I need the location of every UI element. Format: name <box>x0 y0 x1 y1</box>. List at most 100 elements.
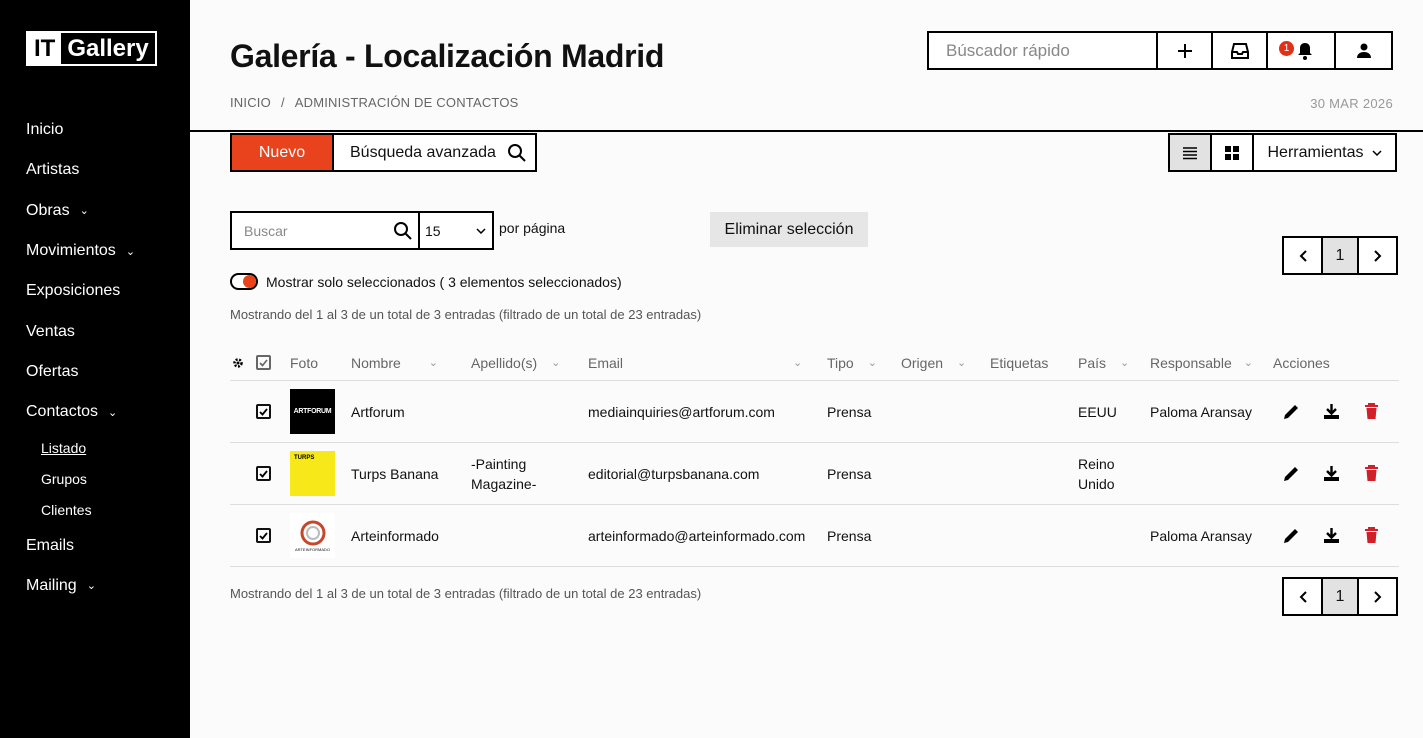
check-icon <box>259 531 268 540</box>
cell-tipo: Prensa <box>827 527 872 544</box>
chevron-down-icon <box>1371 149 1382 156</box>
tools-dropdown[interactable]: Herramientas <box>1254 135 1395 170</box>
download-button[interactable] <box>1323 381 1340 442</box>
cell-tipo: Prensa <box>827 465 872 482</box>
column-email[interactable]: Email ⌄ <box>588 345 802 380</box>
sidebar-item-obras[interactable]: Obras ⌄ <box>26 191 186 231</box>
checkbox <box>256 528 271 543</box>
notifications-button[interactable]: 1 <box>1268 33 1336 68</box>
table-row[interactable]: ARTEINFORMADO Arteinformado arteinformad… <box>230 505 1399 567</box>
chevron-left-icon <box>1299 249 1307 262</box>
show-selected-toggle[interactable] <box>230 273 258 290</box>
edit-button[interactable] <box>1282 505 1300 566</box>
sidebar-item-exposiciones[interactable]: Exposiciones <box>26 271 186 311</box>
cell-nombre: Artforum <box>351 403 405 420</box>
edit-button[interactable] <box>1282 381 1300 442</box>
arteinformado-wordmark: ARTEINFORMADO <box>294 547 331 552</box>
chevron-right-icon <box>1373 590 1381 603</box>
column-label: Foto <box>290 354 319 371</box>
row-checkbox[interactable] <box>256 381 271 442</box>
cell-pais: Reino Unido <box>1078 443 1115 504</box>
column-label: Email <box>588 354 624 371</box>
download-button[interactable] <box>1323 505 1340 566</box>
quick-search-input[interactable]: Búscador rápido <box>929 33 1158 68</box>
next-page-button[interactable] <box>1359 238 1396 273</box>
delete-button[interactable] <box>1364 443 1379 504</box>
inbox-button[interactable] <box>1213 33 1268 68</box>
grid-view-button[interactable] <box>1212 135 1254 170</box>
row-checkbox[interactable] <box>256 505 271 566</box>
checkbox <box>256 355 271 370</box>
user-button[interactable] <box>1336 33 1391 68</box>
prev-page-button[interactable] <box>1284 238 1321 273</box>
delete-button[interactable] <box>1364 381 1379 442</box>
list-view-button[interactable] <box>1170 135 1212 170</box>
column-responsable[interactable]: Responsable ⌄ <box>1150 345 1253 380</box>
check-icon <box>259 407 268 416</box>
logo-it: IT <box>28 33 62 64</box>
trash-icon <box>1365 527 1378 543</box>
column-label: Nombre <box>351 354 401 371</box>
table-row[interactable]: TURPS Turps Banana -Painting Magazine- e… <box>230 443 1399 505</box>
chevron-down-icon: ⌄ <box>867 357 877 369</box>
cell-responsable: Paloma Aransay <box>1150 527 1252 544</box>
sidebar-item-label: Obras <box>26 201 70 219</box>
sidebar-item-movimientos[interactable]: Movimientos ⌄ <box>26 231 186 271</box>
tools-label: Herramientas <box>1267 143 1364 161</box>
breadcrumb-separator: / <box>280 95 285 110</box>
cell-email: arteinformado@arteinformado.com <box>588 527 806 544</box>
advanced-search-label: Búsqueda avanzada <box>350 143 496 161</box>
sidebar-subitem-listado[interactable]: Listado <box>26 432 186 463</box>
sidebar-item-emails[interactable]: Emails <box>26 525 186 565</box>
sidebar-item-ventas[interactable]: Ventas <box>26 311 186 351</box>
download-icon <box>1324 404 1339 419</box>
edit-button[interactable] <box>1282 443 1300 504</box>
table-row[interactable]: ARTFORUM Artforum mediainquiries@artforu… <box>230 381 1399 443</box>
sidebar-item-mailing[interactable]: Mailing ⌄ <box>26 566 186 606</box>
app-logo[interactable]: IT Gallery <box>26 31 157 66</box>
cell-apellidos-line: Magazine- <box>471 475 537 492</box>
download-button[interactable] <box>1323 443 1340 504</box>
sidebar-item-inicio[interactable]: Inicio <box>26 110 186 150</box>
per-page-select[interactable]: 15 <box>418 211 494 250</box>
advanced-search-button[interactable]: Búsqueda avanzada <box>332 133 537 172</box>
new-button[interactable]: Nuevo <box>230 133 334 172</box>
breadcrumb-home[interactable]: INICIO <box>230 95 271 110</box>
next-page-button[interactable] <box>1359 579 1396 614</box>
search-input[interactable]: Buscar <box>230 211 420 250</box>
checkbox <box>256 466 271 481</box>
sidebar: IT Gallery Inicio Artistas Obras ⌄ Movimi… <box>0 0 190 738</box>
row-photo[interactable]: ARTEINFORMADO <box>290 505 335 566</box>
sidebar-item-ofertas[interactable]: Ofertas <box>26 352 186 392</box>
chevron-down-icon: ⌄ <box>428 357 439 369</box>
cell-nombre: Turps Banana <box>351 465 439 482</box>
column-apellidos[interactable]: Apellido(s) ⌄ <box>471 345 560 380</box>
row-photo[interactable]: TURPS <box>290 443 335 504</box>
column-settings[interactable] <box>232 345 244 380</box>
page-number[interactable]: 1 <box>1321 238 1359 273</box>
select-all-checkbox[interactable] <box>256 345 271 380</box>
add-button[interactable] <box>1158 33 1213 68</box>
row-photo[interactable]: ARTFORUM <box>290 381 335 442</box>
cell-responsable: Paloma Aransay <box>1150 403 1252 420</box>
chevron-right-icon <box>1373 249 1381 262</box>
column-origen[interactable]: Origen ⌄ <box>901 345 966 380</box>
download-icon <box>1324 528 1339 543</box>
delete-button[interactable] <box>1364 505 1379 566</box>
entries-info-bottom: Mostrando del 1 al 3 de un total de 3 en… <box>230 586 702 601</box>
prev-page-button[interactable] <box>1284 579 1321 614</box>
row-checkbox[interactable] <box>256 443 271 504</box>
delete-selection-button[interactable]: Eliminar selección <box>710 212 868 247</box>
column-foto: Foto <box>290 345 318 380</box>
sidebar-item-contactos[interactable]: Contactos ⌄ <box>26 392 186 432</box>
column-nombre[interactable]: Nombre ⌄ <box>351 345 438 380</box>
sidebar-subitem-grupos[interactable]: Grupos <box>26 463 186 494</box>
chevron-down-icon: ⌄ <box>957 357 967 369</box>
chevron-down-icon <box>476 228 486 234</box>
page-number[interactable]: 1 <box>1321 579 1359 614</box>
column-pais[interactable]: País ⌄ <box>1078 345 1129 380</box>
sidebar-subitem-clientes[interactable]: Clientes <box>26 494 186 525</box>
sidebar-item-artistas[interactable]: Artistas <box>26 150 186 190</box>
column-tipo[interactable]: Tipo ⌄ <box>827 345 877 380</box>
logo-gallery: Gallery <box>67 35 149 62</box>
